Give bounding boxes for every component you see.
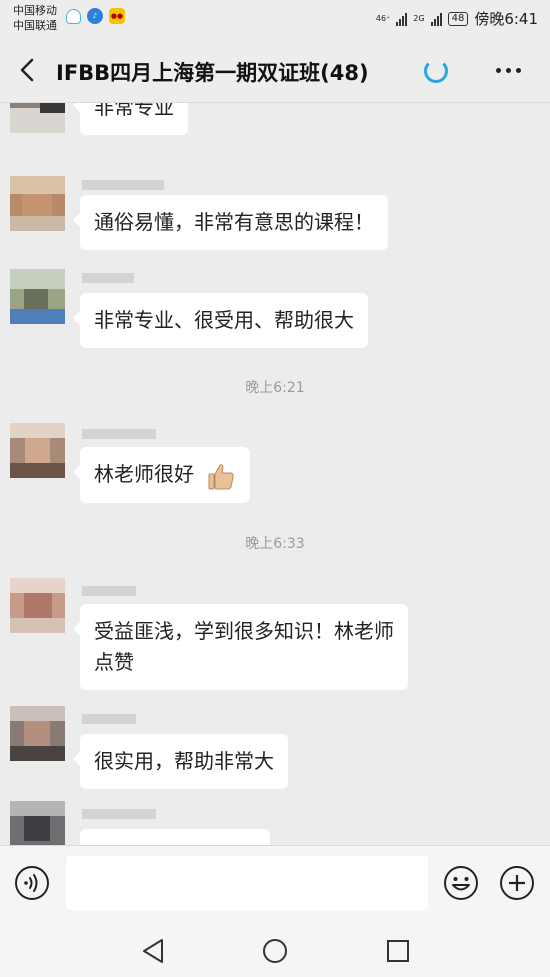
clock: 傍晚6:41 bbox=[474, 10, 538, 28]
app-notification-icon: ●● bbox=[109, 8, 125, 24]
sender-name-blurred bbox=[82, 586, 136, 596]
status-right: 46⁺ 2G 48 傍晚6:41 bbox=[376, 8, 538, 29]
message-input[interactable] bbox=[66, 856, 428, 910]
loading-spinner-icon bbox=[424, 59, 448, 83]
sender-name-blurred bbox=[82, 180, 164, 190]
message-bubble[interactable]: 通俗易懂，非常有意思的课程！ bbox=[73, 195, 388, 250]
message-timestamp: 晚上6:21 bbox=[245, 380, 305, 396]
message-text-line-1: 受益匪浅，学到很多知识！林老师 bbox=[94, 619, 394, 643]
avatar[interactable] bbox=[10, 103, 65, 133]
message-text: 林老师很好 bbox=[94, 462, 194, 486]
headset-notification-icon bbox=[66, 8, 81, 24]
sender-name-blurred bbox=[82, 273, 134, 283]
avatar[interactable] bbox=[10, 176, 65, 231]
emoji-icon[interactable] bbox=[443, 865, 479, 901]
voice-input-icon[interactable] bbox=[14, 865, 50, 901]
notification-icons: ♪ ●● bbox=[66, 8, 125, 24]
avatar[interactable] bbox=[10, 801, 65, 845]
signal-1-icon bbox=[396, 12, 408, 26]
thumbs-up-emoji-icon bbox=[208, 463, 235, 489]
message-timestamp: 晚上6:33 bbox=[245, 536, 305, 552]
more-options-icon[interactable] bbox=[496, 68, 521, 73]
avatar[interactable] bbox=[10, 423, 65, 478]
message-bubble[interactable]: 很实用，帮助非常大 bbox=[73, 734, 288, 789]
nav-home-icon[interactable] bbox=[261, 937, 289, 965]
nav-back-icon[interactable] bbox=[140, 937, 168, 965]
add-plus-icon[interactable] bbox=[499, 865, 535, 901]
music-notification-icon: ♪ bbox=[87, 8, 103, 24]
sender-name-blurred bbox=[82, 714, 136, 724]
avatar[interactable] bbox=[10, 269, 65, 324]
chat-input-bar bbox=[0, 845, 550, 924]
nav-recent-apps-icon[interactable] bbox=[384, 937, 412, 965]
chat-header: IFBB四月上海第一期双证班(48) bbox=[0, 38, 550, 103]
carrier-1: 中国移动 bbox=[13, 4, 57, 17]
system-navigation-bar bbox=[0, 923, 550, 977]
back-arrow-icon[interactable] bbox=[14, 56, 42, 84]
message-bubble[interactable]: 林老师很好 bbox=[72, 447, 251, 503]
message-text: 很实用，帮助非常大 bbox=[94, 749, 274, 773]
message-list[interactable]: 非常专业 通俗易懂，非常有意思的课程！ 非常专业、很受用、帮助很大 晚上6:21 bbox=[0, 103, 550, 845]
message-text: 非常专业、很受用、帮助很大 bbox=[94, 308, 354, 332]
signal-2-icon bbox=[430, 12, 442, 26]
status-bar: 中国移动 中国联通 ♪ ●● 46⁺ 2G 48 傍晚6:41 bbox=[0, 0, 550, 38]
message-text-line-2: 点赞 bbox=[94, 650, 134, 674]
chat-title: IFBB四月上海第一期双证班(48) bbox=[56, 61, 369, 85]
avatar[interactable] bbox=[10, 706, 65, 761]
message-bubble[interactable]: 受益匪浅，学到很多知识！林老师 点赞 bbox=[73, 604, 408, 690]
message-bubble[interactable]: 非常专业、很受用、帮助很大 bbox=[73, 293, 368, 348]
network-2-label: 2G bbox=[413, 14, 425, 23]
carrier-names: 中国移动 中国联通 bbox=[13, 3, 57, 33]
avatar[interactable] bbox=[10, 578, 65, 633]
carrier-2: 中国联通 bbox=[13, 19, 57, 32]
message-bubble[interactable]: 非常专业 bbox=[73, 103, 188, 135]
sender-name-blurred bbox=[82, 429, 156, 439]
battery-icon: 48 bbox=[447, 11, 469, 26]
message-text: 通俗易懂，非常有意思的课程！ bbox=[94, 210, 374, 234]
message-text: 非常专业 bbox=[94, 103, 174, 119]
sender-name-blurred bbox=[82, 809, 156, 819]
message-bubble[interactable] bbox=[80, 829, 270, 845]
network-1-label: 46⁺ bbox=[375, 14, 391, 23]
